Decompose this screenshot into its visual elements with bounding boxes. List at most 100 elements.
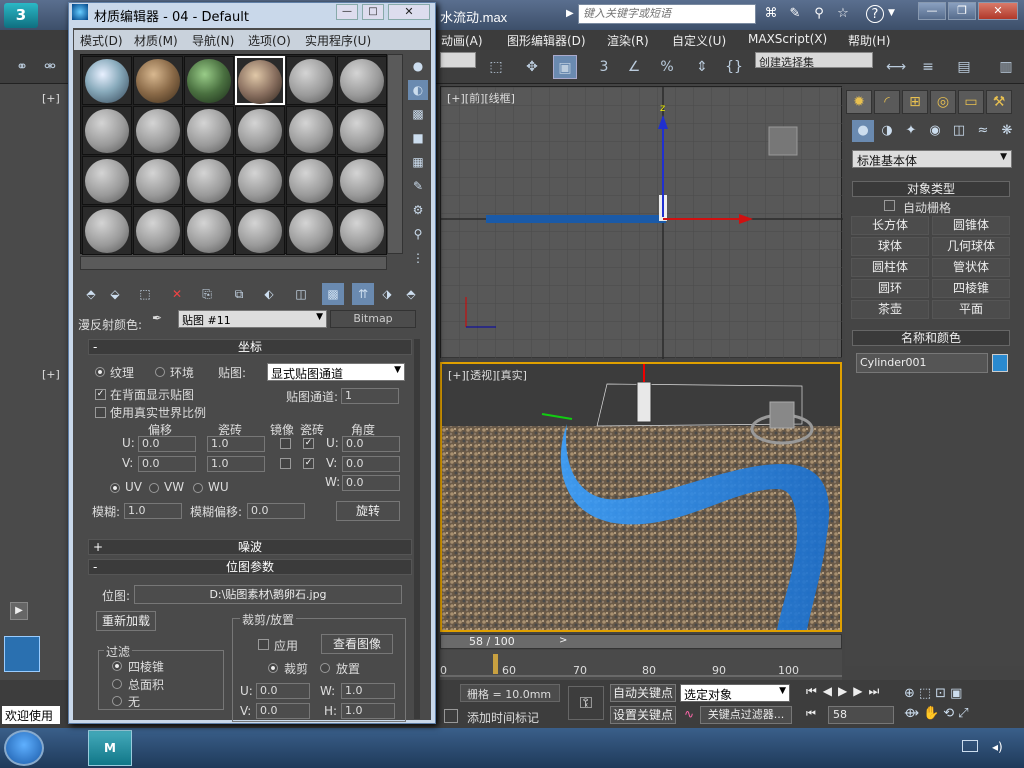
object-color-swatch[interactable] [992, 354, 1008, 372]
map-type-button[interactable]: Bitmap [330, 310, 416, 328]
slots-vscrollbar[interactable] [387, 54, 403, 254]
sample-slot[interactable] [82, 206, 132, 255]
key-icon[interactable]: ⚿ [568, 686, 604, 720]
sample-slot[interactable] [133, 206, 183, 255]
layer-manager-icon[interactable]: ▤ [952, 55, 976, 79]
app-logo-icon[interactable]: 3 [4, 3, 38, 28]
u-tiling-spinner[interactable]: 1.0 [207, 436, 265, 452]
map-name-dropdown[interactable]: 贴图 #11 ▼ [178, 310, 327, 328]
geosphere-button[interactable]: 几何球体 [932, 237, 1010, 256]
object-category-dropdown[interactable]: 标准基本体 ▼ [852, 150, 1012, 168]
put-to-scene-icon[interactable]: ⬙ [104, 283, 126, 305]
sample-slot[interactable] [82, 56, 132, 105]
u-tile-checkbox[interactable]: ✓ [303, 438, 314, 449]
material-map-navigator-icon[interactable]: ⋮ [408, 248, 428, 268]
sample-slot[interactable] [337, 56, 387, 105]
sample-slot[interactable] [133, 106, 183, 155]
menu-animation[interactable]: 动画(A) [441, 32, 483, 49]
hierarchy-tab-icon[interactable]: ⊞ [902, 90, 928, 114]
box-button[interactable]: 长方体 [851, 216, 929, 235]
percent-snap-icon[interactable]: % [655, 55, 679, 79]
pyramidal-radio[interactable] [112, 661, 122, 671]
w-angle-spinner[interactable]: 0.0 [342, 475, 400, 491]
mirror-icon[interactable]: ⟷ [884, 55, 908, 79]
front-viewport[interactable]: z [+][前][线框] [440, 86, 843, 359]
shapes-icon[interactable]: ◑ [876, 120, 898, 142]
sample-slot[interactable] [235, 156, 285, 205]
menu-maxscript[interactable]: MAXScript(X) [748, 32, 827, 46]
summed-area-radio[interactable] [112, 679, 122, 689]
move-icon[interactable]: ✥ [520, 55, 544, 79]
go-to-parent-icon[interactable]: ⇈ [352, 283, 374, 305]
med-minimize-button[interactable]: — [336, 4, 358, 20]
pyramid-button[interactable]: 四棱锥 [932, 279, 1010, 298]
select-scale-icon[interactable]: ▣ [553, 55, 577, 79]
sample-slot[interactable] [286, 56, 336, 105]
show-end-result-icon[interactable]: ▩ [322, 283, 344, 305]
viewport-top-label[interactable]: [+] [42, 92, 60, 105]
edit-named-sets-icon[interactable]: {} [722, 55, 746, 79]
eyedropper-icon[interactable]: ✒ [152, 311, 162, 325]
torus-button[interactable]: 圆环 [851, 279, 929, 298]
sample-slot[interactable] [133, 156, 183, 205]
search-input[interactable] [578, 4, 756, 24]
viewport-left-label[interactable]: [+] [42, 368, 60, 381]
med-menu-modes[interactable]: 模式(D) [80, 32, 123, 49]
display-tab-icon[interactable]: ▭ [958, 90, 984, 114]
select-region-icon[interactable]: ⬚ [484, 55, 508, 79]
keyboard-icon[interactable] [962, 740, 978, 752]
show-map-back-checkbox[interactable]: ✓ [95, 389, 106, 400]
taskbar-3dsmax-icon[interactable]: M [88, 730, 132, 766]
put-to-library-icon[interactable]: ⧉ [228, 283, 250, 305]
go-forward-sibling-icon[interactable]: ⬗ [376, 283, 398, 305]
blur-spinner[interactable]: 1.0 [124, 503, 182, 519]
sample-slot-selected[interactable] [235, 56, 285, 105]
play-arrow-icon[interactable]: ▶ [566, 8, 574, 19]
v-mirror-checkbox[interactable] [280, 458, 291, 469]
named-selection-set-dropdown[interactable]: 创建选择集 [755, 52, 873, 69]
uv-tiling-icon[interactable]: ■ [408, 128, 428, 148]
crop-radio[interactable] [268, 663, 278, 673]
med-menu-material[interactable]: 材质(M) [134, 32, 178, 49]
map-channel-spinner[interactable]: 1 [341, 388, 399, 404]
bitmap-path-button[interactable]: D:\贴图素材\鹅卵石.jpg [134, 585, 402, 604]
motion-tab-icon[interactable]: ◎ [930, 90, 956, 114]
sample-slot[interactable] [184, 206, 234, 255]
environ-radio[interactable] [155, 367, 165, 377]
wrench-icon[interactable]: ✎ [786, 5, 804, 23]
blur-offset-spinner[interactable]: 0.0 [247, 503, 305, 519]
helpers-icon[interactable]: ◫ [948, 120, 970, 142]
create-tab-icon[interactable]: ✹ [846, 90, 872, 114]
maximize-button[interactable]: ❐ [948, 2, 976, 20]
star-icon[interactable]: ☆ [834, 5, 852, 23]
get-material-icon[interactable]: ⬘ [80, 283, 102, 305]
reset-map-icon[interactable]: ✕ [166, 283, 188, 305]
med-menu-utilities[interactable]: 实用程序(U) [305, 32, 371, 49]
close-button[interactable]: ✕ [978, 2, 1018, 20]
track-bar[interactable]: 0 60 70 80 90 100 [440, 650, 842, 680]
start-button[interactable] [4, 730, 44, 766]
viewport-layout-icon[interactable] [4, 636, 40, 672]
sample-slot[interactable] [235, 206, 285, 255]
uv-radio[interactable] [110, 483, 120, 493]
u-angle-spinner[interactable]: 0.0 [342, 436, 400, 452]
perspective-viewport[interactable]: [+][透视][真实] [440, 362, 842, 632]
lights-icon[interactable]: ✦ [900, 120, 922, 142]
slots-hscrollbar[interactable] [80, 256, 387, 270]
viewport-nav-icons[interactable]: ⊕⬚⊡▣ ⟴✋⟲⤢ [904, 684, 1020, 724]
align-icon[interactable]: ≡ [916, 55, 940, 79]
spinner-snap-icon[interactable]: ⇕ [690, 55, 714, 79]
u-mirror-checkbox[interactable] [280, 438, 291, 449]
systems-icon[interactable]: ❋ [996, 120, 1018, 142]
crop-u-spinner[interactable]: 0.0 [256, 683, 310, 699]
background-icon[interactable]: ▩ [408, 104, 428, 124]
sample-slot[interactable] [337, 156, 387, 205]
make-preview-icon[interactable]: ✎ [408, 176, 428, 196]
sample-slot[interactable] [286, 106, 336, 155]
object-name-field[interactable]: Cylinder001 [856, 353, 988, 373]
make-unique-icon[interactable]: ⎘ [196, 283, 218, 305]
mapping-dropdown[interactable]: 显式贴图通道 ▼ [267, 363, 405, 381]
med-menu-navigation[interactable]: 导航(N) [192, 32, 234, 49]
sample-slot[interactable] [82, 156, 132, 205]
show-map-in-viewport-icon[interactable]: ◫ [290, 283, 312, 305]
